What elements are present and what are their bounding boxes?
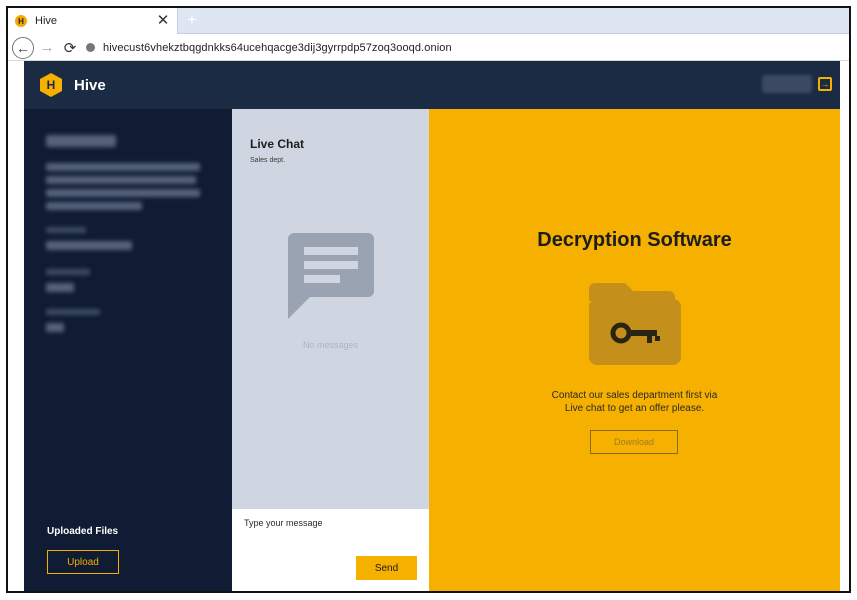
page-content: H Hive → Uploaded Files Upload Live Chat…: [24, 61, 840, 591]
blurred-label: [46, 227, 86, 233]
back-arrow-icon[interactable]: ←: [12, 36, 34, 59]
browser-tab[interactable]: H Hive ✕: [8, 8, 178, 34]
chat-title: Live Chat: [250, 137, 305, 151]
blurred-label: [46, 269, 90, 275]
live-chat-panel: Live Chat Sales dept. No messages Type y…: [232, 109, 429, 591]
blurred-label: [46, 309, 100, 315]
company-info-sidebar: Uploaded Files Upload: [24, 109, 232, 591]
decryption-instructions: Contact our sales department first via L…: [429, 389, 840, 415]
instruction-line: Live chat to get an offer please.: [564, 403, 705, 414]
tab-title: Hive: [35, 15, 58, 27]
tab-strip: H Hive ✕ +: [8, 8, 849, 34]
blurred-value: [46, 323, 64, 332]
decryption-panel: Decryption Software Contact our sales de…: [429, 109, 840, 591]
reload-icon[interactable]: ⟳: [60, 38, 80, 58]
hive-logo-icon: H: [40, 73, 62, 97]
url-text: hivecust6vhekztbqgdnkks64ucehqacge3dij3g…: [103, 41, 452, 54]
url-field[interactable]: hivecust6vhekztbqgdnkks64ucehqacge3dij3g…: [86, 38, 849, 58]
site-info-icon[interactable]: [86, 43, 95, 52]
blurred-heading: [46, 135, 116, 147]
logout-icon[interactable]: →: [818, 77, 832, 91]
send-button[interactable]: Send: [356, 556, 417, 580]
hive-favicon-icon: H: [15, 15, 27, 27]
upload-button[interactable]: Upload: [47, 550, 119, 574]
blurred-text-line: [46, 163, 200, 171]
blurred-text-line: [46, 176, 196, 184]
browser-window: H Hive ✕ + ← → ⟳ hivecust6vhekztbqgdnkks…: [6, 6, 851, 593]
chat-subtitle: Sales dept.: [250, 157, 286, 164]
tab-close-icon[interactable]: ✕: [155, 13, 171, 29]
blurred-text-line: [46, 189, 200, 197]
blurred-value: [46, 283, 74, 292]
app-name: Hive: [74, 76, 106, 94]
key-folder-icon: [589, 283, 681, 365]
app-header: H Hive →: [24, 61, 840, 109]
blurred-value: [46, 241, 132, 250]
blurred-text-line: [46, 202, 142, 210]
new-tab-icon[interactable]: +: [183, 11, 201, 29]
message-placeholder: Type your message: [244, 518, 323, 528]
address-bar: ← → ⟳ hivecust6vhekztbqgdnkks64ucehqacge…: [8, 35, 849, 61]
blurred-user-id: [762, 75, 812, 93]
decryption-title: Decryption Software: [537, 229, 732, 251]
empty-chat-text: No messages: [302, 340, 359, 350]
uploaded-files-label: Uploaded Files: [47, 526, 119, 537]
chat-bubble-icon: [288, 233, 374, 319]
instruction-line: Contact our sales department first via: [551, 390, 718, 401]
download-button[interactable]: Download: [590, 430, 678, 454]
message-input[interactable]: Type your message Send: [232, 509, 429, 591]
forward-arrow-icon[interactable]: →: [37, 38, 57, 58]
